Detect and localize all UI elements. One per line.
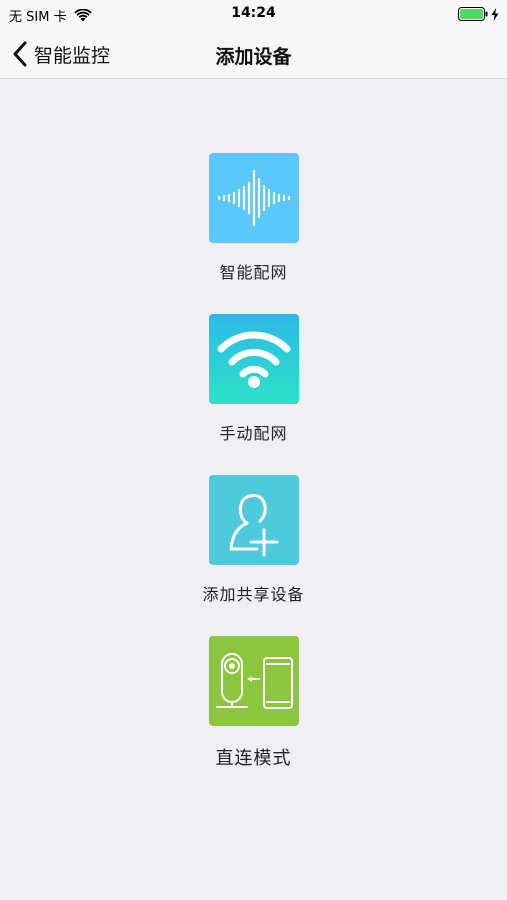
- camera-to-phone-icon[interactable]: [208, 636, 299, 726]
- charging-bolt-icon: [491, 7, 499, 21]
- option-label: 直连模式: [215, 748, 292, 769]
- navigation-bar: 智能监控 添加设备: [0, 30, 507, 79]
- wifi-signal-icon[interactable]: [208, 314, 299, 404]
- status-bar: 无 SIM 卡 14:24: [0, 0, 507, 30]
- sound-wave-icon[interactable]: [208, 153, 299, 243]
- option-add-shared-device[interactable]: 添加共享设备: [0, 475, 507, 605]
- option-direct-mode[interactable]: 直连模式: [0, 636, 507, 770]
- option-label: 手动配网: [219, 424, 288, 443]
- page-title: 添加设备: [215, 46, 292, 68]
- status-time: 14:24: [231, 5, 276, 21]
- option-manual-config[interactable]: 手动配网: [0, 314, 507, 444]
- option-label: 智能配网: [219, 263, 288, 282]
- option-smart-config[interactable]: 智能配网: [0, 153, 507, 283]
- status-right: [458, 7, 499, 21]
- option-label: 添加共享设备: [202, 585, 305, 604]
- battery-charging-icon: [458, 7, 488, 21]
- add-user-icon[interactable]: [208, 475, 299, 565]
